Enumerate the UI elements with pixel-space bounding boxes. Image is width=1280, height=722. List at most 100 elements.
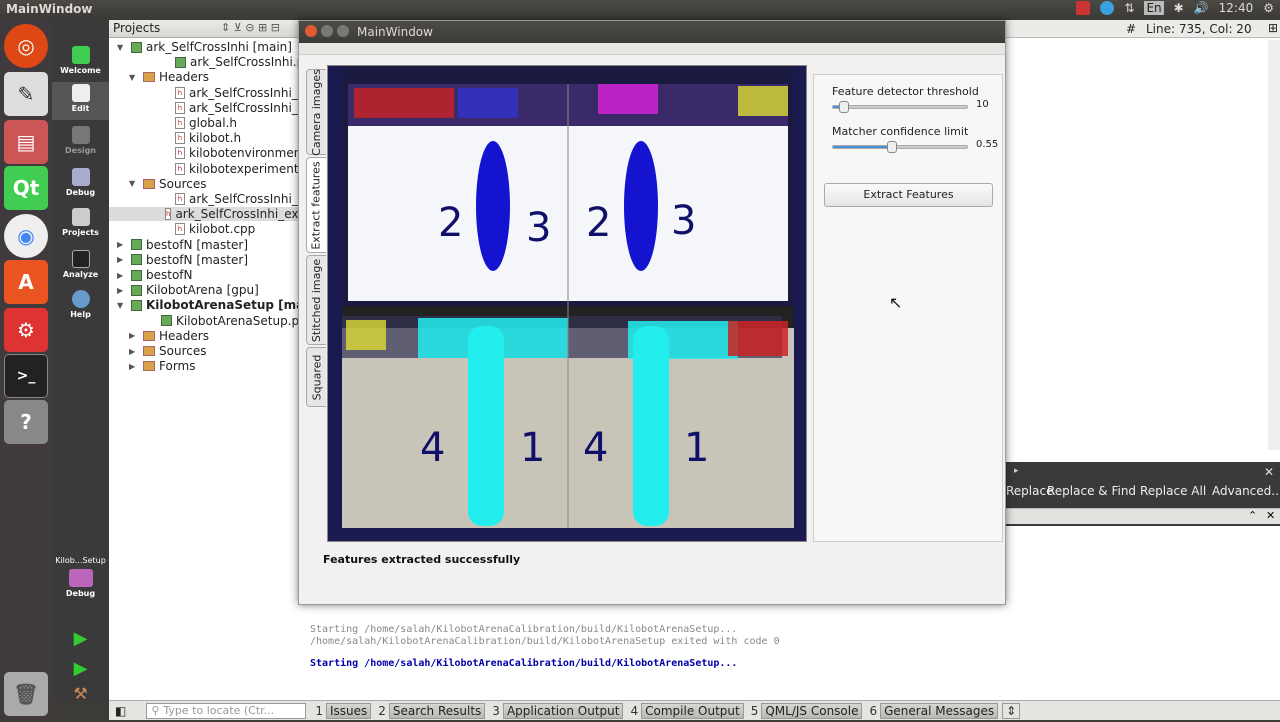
sidebar-toolbar-icons[interactable]: ⇕ ⊻ ⊝ ⊞ ⊟ bbox=[221, 21, 280, 34]
tree-item[interactable]: ▶ Forms bbox=[129, 359, 195, 373]
tree-item[interactable]: ▼ ark_SelfCrossInhi [main] bbox=[117, 40, 292, 54]
extract-features-button[interactable]: Extract Features bbox=[824, 183, 993, 207]
tree-item[interactable]: ark_SelfCrossInhi.pro bbox=[157, 55, 316, 69]
editor-scrollbar[interactable] bbox=[1268, 40, 1280, 450]
maximize-window-icon[interactable] bbox=[337, 25, 349, 37]
network-icon[interactable]: ⇅ bbox=[1124, 1, 1134, 15]
tree-item[interactable]: h global.h bbox=[157, 116, 237, 130]
yellow-feature-cluster bbox=[738, 86, 788, 116]
chat-icon[interactable] bbox=[1100, 1, 1115, 15]
expand-arrow-icon[interactable]: ▶ bbox=[129, 331, 139, 340]
expand-arrow-icon[interactable]: ▶ bbox=[117, 255, 127, 264]
bluetooth-icon[interactable]: ✱ bbox=[1174, 1, 1184, 15]
settings-icon[interactable]: ⚙ bbox=[4, 308, 48, 352]
output-tab[interactable]: 4 Compile Output bbox=[627, 702, 744, 720]
terminal-icon[interactable]: >_ bbox=[4, 354, 48, 398]
threshold-slider-handle[interactable] bbox=[838, 101, 849, 113]
tree-item[interactable]: ▶ bestofN bbox=[117, 268, 193, 282]
output-tab[interactable]: 3 Application Output bbox=[489, 702, 624, 720]
volume-icon[interactable]: 🔊 bbox=[1194, 1, 1209, 15]
tree-item[interactable]: ▼ Headers bbox=[129, 70, 209, 84]
tree-item[interactable]: ▶ KilobotArena [gpu] bbox=[117, 283, 259, 297]
trash-icon[interactable]: 🗑 bbox=[4, 672, 48, 716]
more-tabs-icon[interactable]: ⇕ bbox=[1002, 702, 1021, 719]
text-editor-icon[interactable]: ✎ bbox=[4, 72, 48, 116]
expand-arrow-icon[interactable]: ▼ bbox=[117, 43, 127, 52]
find-options-icon[interactable]: ▸ bbox=[1014, 466, 1019, 476]
expand-arrow-icon[interactable]: ▶ bbox=[117, 286, 127, 295]
output-tab[interactable]: 1 Issues bbox=[312, 702, 372, 720]
tree-item[interactable]: ▶ bestofN [master] bbox=[117, 238, 248, 252]
mode-debug[interactable]: Debug bbox=[52, 166, 109, 204]
settings-gear-icon[interactable]: ⚙ bbox=[1263, 1, 1274, 15]
close-find-icon[interactable]: ✕ bbox=[1264, 465, 1274, 479]
expand-arrow-icon[interactable]: ▶ bbox=[117, 240, 127, 249]
minimize-window-icon[interactable] bbox=[321, 25, 333, 37]
tree-item[interactable]: ▼ Sources bbox=[129, 177, 206, 191]
keyboard-layout[interactable]: En bbox=[1144, 1, 1164, 15]
build-hammer-icon[interactable]: ⚒ bbox=[52, 684, 109, 722]
close-window-icon[interactable] bbox=[305, 25, 317, 37]
tab-number: 2 bbox=[378, 703, 386, 718]
toggle-sidebar-icon[interactable]: ◧ bbox=[115, 704, 126, 718]
tree-item[interactable]: h kilobot.cpp bbox=[157, 222, 255, 236]
application-output[interactable]: Starting /home/salah/KilobotArenaCalibra… bbox=[305, 604, 1280, 700]
confidence-slider-handle[interactable] bbox=[886, 141, 897, 153]
expand-arrow-icon[interactable]: ▶ bbox=[129, 347, 139, 356]
expand-arrow-icon[interactable]: ▶ bbox=[129, 362, 139, 371]
output-tab[interactable]: 2 Search Results bbox=[375, 702, 486, 720]
output-line: /home/salah/KilobotArenaCalibration/buil… bbox=[310, 636, 780, 647]
ubuntu-dash-icon[interactable]: ◎ bbox=[4, 24, 48, 68]
line-col-indicator[interactable]: Line: 735, Col: 20 bbox=[1146, 22, 1252, 36]
advanced-button[interactable]: Advanced... bbox=[1212, 484, 1280, 498]
expand-arrow-icon[interactable]: ▼ bbox=[129, 73, 139, 82]
red-feature-cluster bbox=[354, 88, 454, 118]
qt-creator-icon[interactable]: Qt bbox=[4, 166, 48, 210]
tree-item[interactable]: h kilobot.h bbox=[157, 131, 241, 145]
record-icon[interactable] bbox=[1076, 1, 1091, 15]
mode-analyze[interactable]: Analyze bbox=[52, 248, 109, 286]
tab-stitched-image[interactable]: Stitched image bbox=[306, 255, 326, 345]
maximize-pane-icon[interactable]: ⌃ bbox=[1248, 509, 1257, 522]
tree-item[interactable]: ▶ Headers bbox=[129, 329, 209, 343]
expand-arrow-icon[interactable]: ▶ bbox=[117, 271, 127, 280]
replace-find-button[interactable]: Replace & Find bbox=[1047, 484, 1136, 498]
hash-icon[interactable]: # bbox=[1126, 22, 1136, 36]
software-center-icon[interactable]: A bbox=[4, 260, 48, 304]
mode-edit[interactable]: Edit bbox=[52, 82, 109, 120]
mode-welcome[interactable]: Welcome bbox=[52, 44, 109, 82]
tree-item-label: Sources bbox=[159, 176, 207, 191]
tree-item-label: kilobot.cpp bbox=[189, 222, 256, 237]
confidence-slider[interactable] bbox=[832, 141, 968, 153]
close-pane-icon[interactable]: ✕ bbox=[1266, 509, 1275, 522]
tree-item[interactable]: h kilobotenvironment.h bbox=[157, 146, 317, 160]
mode-projects[interactable]: Projects bbox=[52, 206, 109, 244]
output-tab[interactable]: 6 General Messages bbox=[866, 702, 999, 720]
project-icon bbox=[131, 239, 142, 251]
tree-item[interactable]: h kilobotexperiment.h bbox=[157, 162, 310, 176]
threshold-slider[interactable] bbox=[832, 101, 968, 113]
tree-item[interactable]: h ark_SelfCrossInhi_exp.c bbox=[109, 207, 317, 222]
tab-extract-features[interactable]: Extract features bbox=[306, 157, 326, 253]
file-manager-icon[interactable]: ▤ bbox=[4, 120, 48, 164]
tree-item[interactable]: KilobotArenaSetup.pro bbox=[143, 314, 311, 328]
output-tab[interactable]: 5 QML/JS Console bbox=[748, 702, 863, 720]
chrome-icon[interactable]: ◉ bbox=[4, 214, 48, 258]
arena-digit: 4 bbox=[583, 425, 608, 471]
unknown-app-icon[interactable]: ? bbox=[4, 400, 48, 444]
replace-all-button[interactable]: Replace All bbox=[1140, 484, 1206, 498]
tab-camera-images[interactable]: Camera images bbox=[306, 69, 326, 155]
expand-arrow-icon[interactable]: ▼ bbox=[117, 301, 127, 310]
tree-item-label: Headers bbox=[159, 70, 209, 85]
mode-design[interactable]: Design bbox=[52, 124, 109, 162]
expand-arrow-icon[interactable]: ▼ bbox=[129, 179, 139, 188]
tree-item[interactable]: ▶ bestofN [master] bbox=[117, 253, 248, 267]
mode-help[interactable]: Help bbox=[52, 288, 109, 326]
tab-number: 1 bbox=[315, 703, 323, 718]
tab-squared[interactable]: Squared bbox=[306, 347, 326, 407]
kit-selector[interactable]: Kilob...Setup Debug bbox=[52, 556, 109, 606]
clock[interactable]: 12:40 bbox=[1219, 1, 1254, 15]
locator-input[interactable]: ⚲ Type to locate (Ctr... bbox=[146, 702, 307, 719]
split-icon[interactable]: ⊞ bbox=[1268, 21, 1278, 35]
tree-item[interactable]: ▶ Sources bbox=[129, 344, 206, 358]
